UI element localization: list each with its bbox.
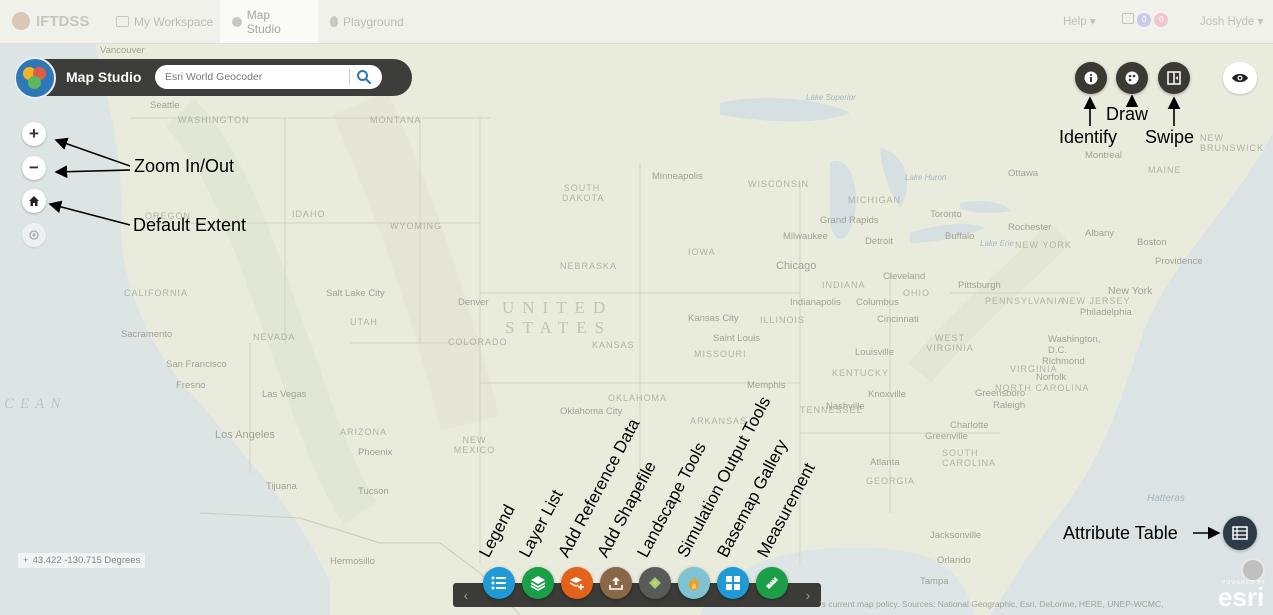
basemap-gallery-button[interactable] xyxy=(717,567,749,599)
measurement-button[interactable] xyxy=(756,567,788,599)
attribute-table-button[interactable] xyxy=(1223,516,1257,550)
legend-button[interactable] xyxy=(483,567,515,599)
grid-icon xyxy=(726,576,740,590)
coordinates-text: 43.422 -130.715 Degrees xyxy=(32,555,141,566)
annotation-default-extent: Default Extent xyxy=(133,215,247,235)
toolbar-prev-button[interactable]: ‹ xyxy=(455,583,477,607)
annotation-zoom: Zoom In/Out xyxy=(134,156,235,176)
chevron-left-icon: ‹ xyxy=(463,587,469,603)
table-icon xyxy=(1232,526,1248,540)
annotation-attribute-table: Attribute Table xyxy=(1063,523,1178,543)
simulation-output-tools-button[interactable] xyxy=(678,567,710,599)
landscape-tools-button[interactable] xyxy=(639,567,671,599)
add-layers-icon xyxy=(569,577,584,590)
list-icon xyxy=(491,576,506,590)
add-shapefile-button[interactable] xyxy=(600,567,632,599)
ruler-icon xyxy=(766,577,778,589)
annotation-draw: Draw xyxy=(1106,104,1149,124)
layers-icon xyxy=(530,576,546,591)
landscape-icon xyxy=(649,577,661,589)
upload-icon xyxy=(609,577,623,590)
annotation-identify: Identify xyxy=(1059,127,1118,147)
fire-icon xyxy=(689,576,699,590)
annotation-swipe: Swipe xyxy=(1145,127,1195,147)
coordinates-readout: +43.422 -130.715 Degrees xyxy=(18,553,146,568)
chevron-right-icon: › xyxy=(805,587,811,603)
crosshair-icon: + xyxy=(23,555,29,566)
toolbar-next-button[interactable]: › xyxy=(797,583,819,607)
add-reference-data-button[interactable] xyxy=(561,567,593,599)
layer-list-button[interactable] xyxy=(522,567,554,599)
overview-map-toggle[interactable] xyxy=(1241,558,1265,582)
map-attribution: 's current map policy. Sources: National… xyxy=(820,599,1164,609)
esri-logo: esri xyxy=(1218,582,1265,612)
